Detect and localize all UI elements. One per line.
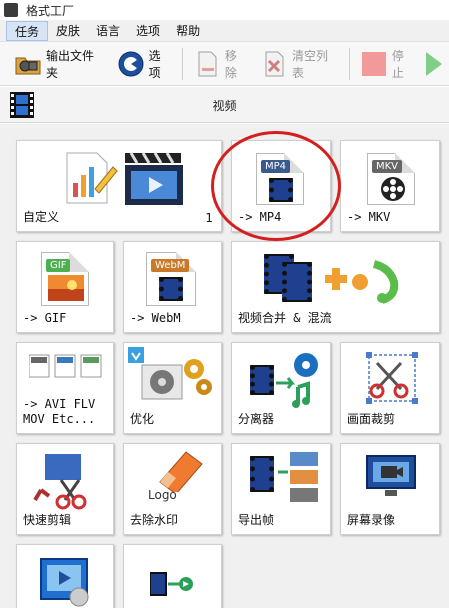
webm-badge: WebM [151, 259, 190, 272]
menu-bar: 任务 皮肤 语言 选项 帮助 [0, 20, 449, 42]
screen-record-tile[interactable]: 屏幕录像 [340, 443, 440, 535]
splitter-label: 分离器 [238, 412, 275, 426]
film-strip-icon [159, 277, 183, 301]
toolbar: 输出文件夹 选项 移除 清空列表 停止 [0, 42, 449, 86]
options-button[interactable]: 选项 [111, 44, 178, 84]
splitter-tile[interactable]: 分离器 [231, 342, 331, 434]
gif-badge: GIF [46, 259, 71, 272]
menu-help[interactable]: 帮助 [168, 21, 208, 41]
splitter-icon [276, 349, 326, 416]
clear-list-icon [260, 50, 288, 78]
crop-tile[interactable]: 画面裁剪 [340, 342, 440, 434]
dvd-video-tile[interactable] [16, 544, 114, 608]
folder-icon [14, 50, 42, 78]
quick-cut-tile[interactable]: 快速剪辑 [16, 443, 114, 535]
options-label: 选项 [148, 48, 161, 80]
mp4-badge: MP4 [261, 160, 291, 173]
crop-scissors-icon [363, 351, 419, 410]
gif-tile[interactable]: GIF -> GIF [16, 241, 114, 333]
clear-list-button[interactable]: 清空列表 [254, 44, 345, 84]
mp4-file-icon: MP4 [256, 153, 304, 205]
stop-icon [360, 50, 388, 78]
page-fold [69, 252, 89, 272]
mkv-tile[interactable]: MKV -> MKV [340, 140, 440, 232]
menu-task[interactable]: 任务 [6, 20, 49, 41]
mp4-tile[interactable]: MP4 -> MP4 [231, 140, 331, 232]
mkv-label: -> MKV [347, 210, 391, 224]
export-frames-tile[interactable]: 导出帧 [231, 443, 331, 535]
start-button[interactable] [421, 44, 449, 84]
avi-flv-mov-label: -> AVI FLV MOV Etc... [23, 397, 96, 426]
remove-watermark-tile[interactable]: Logo 去除水印 [123, 443, 222, 535]
plus-music-icon [322, 256, 412, 309]
custom-count: 1 [205, 211, 213, 225]
screen-record-label: 屏幕录像 [347, 513, 396, 527]
stop-button[interactable]: 停止 [354, 44, 421, 84]
clapperboard-icon [123, 149, 185, 210]
start-play-icon [423, 50, 443, 78]
custom-tile[interactable]: 自定义 1 [16, 140, 222, 232]
clear-list-label: 清空列表 [292, 48, 329, 80]
frames-images-icon [278, 452, 320, 507]
remove-doc-icon [193, 50, 221, 78]
mkv-file-icon: MKV [367, 153, 415, 205]
merge-tile[interactable]: 视频合并 & 混流 [231, 241, 440, 333]
title-bar: 格式工厂 [0, 0, 449, 20]
remove-button[interactable]: 移除 [187, 44, 254, 84]
screen-record-icon [365, 454, 417, 501]
section-title: 视频 [212, 99, 237, 113]
mp4-label: -> MP4 [238, 210, 282, 224]
optimize-label: 优化 [130, 412, 155, 426]
gif-label: -> GIF [23, 311, 67, 325]
toolbar-separator [348, 47, 350, 80]
video-convert-tile[interactable] [123, 544, 222, 608]
film-strip-icon [250, 365, 274, 395]
quick-cut-icon [31, 450, 101, 513]
optimize-gears-icon [128, 347, 218, 410]
export-frames-label: 导出帧 [238, 513, 275, 527]
video-section-header[interactable]: 视频 [0, 87, 449, 123]
format-files-icon [28, 353, 103, 382]
film-strip-icon [250, 456, 274, 492]
avi-flv-mov-tile[interactable]: -> AVI FLV MOV Etc... [16, 342, 114, 434]
app-icon [4, 3, 18, 17]
toolbar-separator [181, 47, 183, 80]
optimize-tile[interactable]: 优化 [123, 342, 222, 434]
sunset-image-icon [48, 275, 84, 304]
chart-edit-icon [59, 147, 119, 210]
remove-label: 移除 [224, 48, 237, 80]
stop-label: 停止 [391, 48, 404, 80]
film-strip-icon [269, 178, 293, 202]
video-disc-icon [39, 557, 93, 608]
remove-watermark-label: 去除水印 [130, 513, 179, 527]
gif-file-icon: GIF [41, 252, 89, 306]
custom-label: 自定义 [23, 210, 60, 224]
webm-label: -> WebM [130, 311, 181, 325]
window-title: 格式工厂 [26, 3, 75, 18]
webm-file-icon: WebM [146, 252, 196, 306]
crop-label: 画面裁剪 [347, 412, 396, 426]
quick-cut-label: 快速剪辑 [23, 513, 72, 527]
film-convert-icon [149, 569, 194, 602]
menu-options[interactable]: 选项 [128, 21, 168, 41]
options-gear-icon [117, 50, 145, 78]
logo-watermark-text: Logo [148, 488, 177, 502]
video-function-grid: 自定义 1 MP4 -> MP4 MKV -> MKV GIF -> GIF W… [0, 124, 449, 608]
merge-label: 视频合并 & 混流 [238, 311, 332, 325]
film-strip-icon [282, 262, 312, 302]
webm-tile[interactable]: WebM -> WebM [123, 241, 222, 333]
output-folder-label: 输出文件夹 [46, 48, 95, 80]
mkv-badge: MKV [372, 160, 403, 173]
film-reel-icon [380, 176, 406, 205]
menu-language[interactable]: 语言 [88, 21, 128, 41]
output-folder-button[interactable]: 输出文件夹 [8, 44, 111, 84]
menu-skin[interactable]: 皮肤 [48, 21, 88, 41]
